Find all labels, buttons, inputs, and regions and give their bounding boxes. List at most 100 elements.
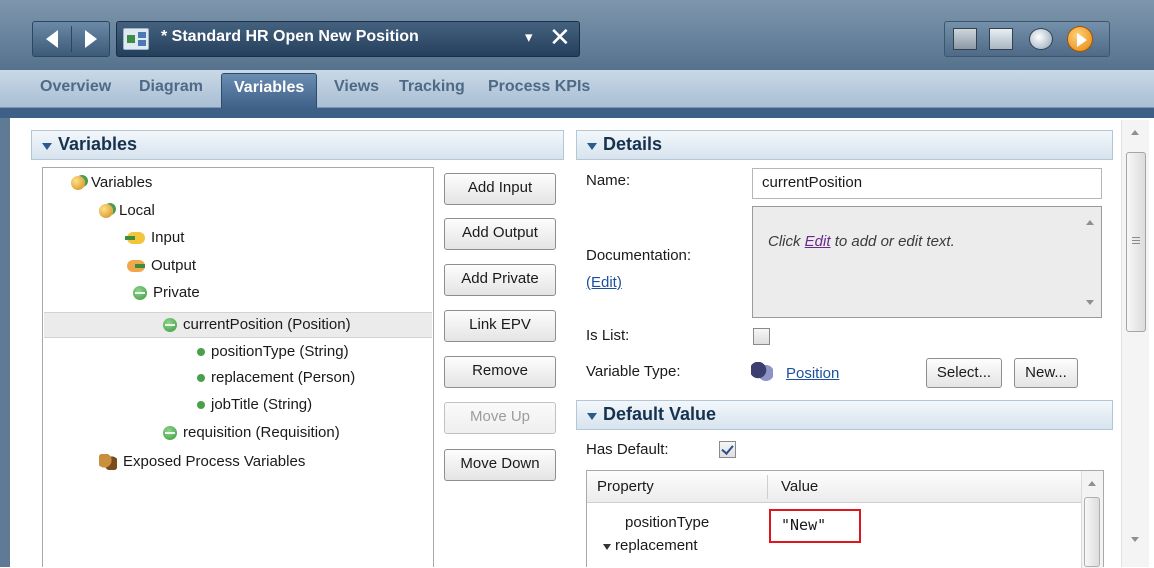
- nav-divider: [71, 26, 72, 52]
- has-default-checkbox[interactable]: [719, 441, 736, 458]
- tree-node-label: Input: [151, 229, 185, 246]
- column-header-value[interactable]: Value: [781, 478, 818, 495]
- property-cell[interactable]: positionType: [625, 514, 709, 531]
- remove-button[interactable]: Remove: [444, 356, 556, 388]
- tab-views[interactable]: Views: [334, 78, 379, 96]
- name-label: Name:: [586, 172, 631, 189]
- property-cell[interactable]: replacement: [615, 537, 698, 554]
- tree-node-label: requisition (Requisition): [183, 424, 340, 441]
- collapse-icon: [587, 143, 597, 150]
- scrollbar-thumb[interactable]: [1126, 152, 1146, 332]
- editor-title-bar: * Standard HR Open New Position ▾ ✕: [0, 0, 1154, 80]
- tree-node-position-type[interactable]: positionType (String): [195, 340, 349, 364]
- documentation-label: Documentation:: [586, 247, 692, 264]
- chart-icon[interactable]: [989, 28, 1013, 50]
- tab-diagram[interactable]: Diagram: [139, 78, 203, 96]
- is-list-label: Is List:: [586, 327, 630, 344]
- tree-node-label: Exposed Process Variables: [123, 453, 306, 470]
- scrollbar-thumb[interactable]: [1084, 497, 1100, 567]
- tree-node-requisition[interactable]: requisition (Requisition): [163, 421, 340, 445]
- column-divider: [767, 475, 768, 499]
- has-default-label: Has Default:: [586, 441, 669, 458]
- back-button[interactable]: [35, 26, 69, 52]
- move-up-button[interactable]: Move Up: [444, 402, 556, 434]
- properties-icon[interactable]: [953, 28, 977, 50]
- link-epv-button[interactable]: Link EPV: [444, 310, 556, 342]
- scroll-up-icon: [1131, 130, 1139, 135]
- scroll-down-icon: [1086, 300, 1094, 305]
- expand-icon[interactable]: [603, 544, 611, 550]
- document-tab[interactable]: * Standard HR Open New Position ▾ ✕: [116, 21, 580, 57]
- placeholder-edit-link[interactable]: Edit: [805, 233, 831, 250]
- tab-tracking[interactable]: Tracking: [399, 78, 465, 96]
- dropdown-icon[interactable]: ▾: [525, 28, 533, 46]
- details-section-header[interactable]: Details: [576, 130, 1113, 160]
- documentation-edit-link[interactable]: (Edit): [586, 274, 622, 291]
- scroll-up-icon: [1088, 481, 1096, 486]
- tree-node-label: jobTitle (String): [211, 396, 313, 413]
- tree-node-current-position[interactable]: currentPosition (Position): [163, 313, 351, 337]
- default-value-section-header[interactable]: Default Value: [576, 400, 1113, 430]
- variable-type-link[interactable]: Position: [786, 365, 839, 382]
- placeholder-text: to add or edit text.: [830, 233, 955, 250]
- new-button[interactable]: New...: [1014, 358, 1078, 388]
- tree-node-exposed-process-variables[interactable]: Exposed Process Variables: [99, 450, 305, 474]
- documentation-field[interactable]: Click Edit to add or edit text.: [752, 206, 1102, 318]
- is-list-checkbox[interactable]: [753, 328, 770, 345]
- scroll-down-icon: [1131, 537, 1139, 542]
- field-dot-icon: [197, 374, 205, 383]
- tree-node-input[interactable]: Input: [125, 226, 185, 250]
- business-object-icon: [751, 362, 773, 382]
- tree-node-label: positionType (String): [211, 343, 349, 360]
- process-diagram-icon: [123, 28, 149, 50]
- tab-overview[interactable]: Overview: [40, 78, 111, 96]
- close-icon[interactable]: ✕: [549, 22, 571, 54]
- collapse-icon: [42, 143, 52, 150]
- tree-node-local[interactable]: Local: [99, 199, 155, 223]
- move-down-button[interactable]: Move Down: [444, 449, 556, 481]
- tree-node-output[interactable]: Output: [127, 254, 196, 278]
- arrow-left-icon: [46, 30, 58, 48]
- documentation-placeholder: Click Edit to add or edit text.: [768, 233, 955, 250]
- variable-type-label: Variable Type:: [586, 363, 681, 380]
- input-icon: [125, 232, 145, 245]
- collapse-icon: [587, 413, 597, 420]
- tab-variables-label: Variables: [234, 79, 305, 96]
- select-button[interactable]: Select...: [926, 358, 1002, 388]
- default-value-table[interactable]: Property Value positionType "New" replac…: [586, 470, 1104, 568]
- private-icon: [163, 318, 177, 333]
- placeholder-text: Click: [768, 233, 805, 250]
- name-field[interactable]: currentPosition: [752, 168, 1102, 199]
- value-cell: "New": [781, 516, 827, 534]
- scroll-up-icon: [1086, 220, 1094, 225]
- tree-node-private[interactable]: Private: [133, 281, 200, 305]
- table-scrollbar[interactable]: [1081, 471, 1103, 568]
- editor-toolbar: [944, 21, 1110, 57]
- variables-section-header[interactable]: Variables: [31, 130, 564, 160]
- tab-process-kpis[interactable]: Process KPIs: [488, 78, 590, 96]
- field-dot-icon: [197, 348, 205, 357]
- add-private-button[interactable]: Add Private: [444, 264, 556, 296]
- inspector-icon[interactable]: [1029, 28, 1053, 50]
- details-section-title: Details: [603, 134, 663, 154]
- tree-node-label: Variables: [91, 174, 153, 191]
- tab-underline: [0, 108, 1154, 118]
- tree-node-variables[interactable]: Variables: [71, 171, 152, 195]
- field-dot-icon: [197, 401, 205, 410]
- arrow-right-icon: [85, 30, 97, 48]
- editor-scrollbar[interactable]: [1121, 120, 1149, 567]
- left-frame: [0, 118, 10, 567]
- documentation-scrollbar[interactable]: [1079, 208, 1101, 317]
- column-header-property[interactable]: Property: [597, 478, 654, 495]
- history-nav-group: [32, 21, 110, 57]
- tree-node-job-title[interactable]: jobTitle (String): [195, 393, 312, 417]
- tab-variables[interactable]: Variables: [221, 73, 317, 109]
- run-icon[interactable]: [1067, 26, 1093, 52]
- forward-button[interactable]: [74, 26, 108, 52]
- tree-node-replacement[interactable]: replacement (Person): [195, 366, 355, 390]
- variables-tree[interactable]: Variables Local Input Output Private cur…: [42, 167, 434, 567]
- highlighted-value-cell[interactable]: "New": [769, 509, 861, 543]
- add-input-button[interactable]: Add Input: [444, 173, 556, 205]
- add-output-button[interactable]: Add Output: [444, 218, 556, 250]
- epv-icon: [99, 454, 117, 471]
